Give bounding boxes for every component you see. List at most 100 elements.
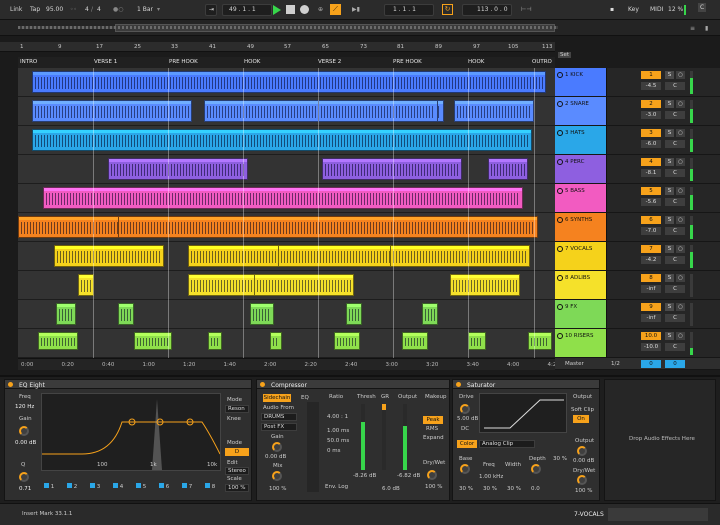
eq-eight-header[interactable]: EQ Eight [5, 380, 251, 389]
draw-mode-button[interactable]: ⟋ [330, 4, 341, 15]
solo-button[interactable]: S [665, 245, 674, 253]
arrangement-lane[interactable] [18, 242, 555, 271]
track-name-cell[interactable]: 2 SNARE [555, 97, 607, 125]
arm-button[interactable]: ○ [676, 158, 685, 166]
audio-clip[interactable] [250, 303, 274, 325]
pan-value[interactable]: C [665, 82, 685, 90]
capture-icon[interactable]: ▶▮ [352, 6, 360, 13]
locator-intro[interactable]: INTRO [20, 59, 37, 65]
ratio-value[interactable]: 4.00 : 1 [327, 414, 348, 420]
release-value[interactable]: 50.0 ms [327, 438, 349, 444]
track-header[interactable]: 4 PERC 4 S ○ -8.1 C [555, 155, 720, 184]
track-name-cell[interactable]: 4 PERC [555, 155, 607, 183]
eq-adapt-on[interactable]: D [225, 448, 249, 456]
device-on-icon[interactable] [8, 382, 13, 387]
sat-freq-value[interactable]: 1.00 kHz [479, 474, 503, 480]
track-number-button[interactable]: 6 [641, 216, 661, 224]
track-fold-icon[interactable] [557, 304, 563, 310]
track-fold-icon[interactable] [557, 275, 563, 281]
time-ruler[interactable]: 0:00 0:20 0:40 1:00 1:20 1:40 2:00 2:20 2:40 3:00… [18, 358, 560, 370]
audio-clip[interactable] [334, 332, 360, 350]
sat-drywet-knob[interactable] [577, 475, 587, 485]
audio-clip[interactable] [118, 303, 134, 325]
track-header[interactable]: 8 ADLIBS 8 S ○ -inf C [555, 271, 720, 300]
audio-clip[interactable] [254, 274, 354, 296]
arrangement-view[interactable] [18, 68, 555, 358]
solo-button[interactable]: S [665, 332, 674, 340]
c-button[interactable]: C [698, 3, 707, 12]
eq-freq-value[interactable]: 120 Hz [15, 404, 34, 410]
eq-scale-value[interactable]: 100 % [225, 484, 249, 492]
arm-button[interactable]: ○ [676, 303, 685, 311]
track-header[interactable]: 3 HATS 3 S ○ -6.0 C [555, 126, 720, 155]
audio-clip[interactable] [318, 100, 438, 122]
solo-button[interactable]: S [665, 216, 674, 224]
locator-pre-hook[interactable]: PRE HOOK [169, 59, 198, 65]
audio-clip[interactable] [528, 332, 552, 350]
dc-button[interactable]: DC [461, 426, 469, 432]
track-header[interactable]: 9 FX 9 S ○ -inf C [555, 300, 720, 329]
track-name-cell[interactable]: 6 SYNTHS [555, 213, 607, 241]
audio-clip[interactable] [488, 158, 528, 180]
threshold-meter[interactable] [361, 404, 365, 470]
saturator-header[interactable]: Saturator [453, 380, 599, 389]
track-number-button[interactable]: 1 [641, 71, 661, 79]
solo-button[interactable]: S [665, 158, 674, 166]
arm-button[interactable]: ○ [676, 100, 685, 108]
arm-button[interactable]: ○ [676, 187, 685, 195]
stop-button[interactable] [286, 5, 295, 14]
solo-button[interactable]: S [665, 187, 674, 195]
play-button[interactable] [273, 5, 281, 15]
track-header[interactable]: 5 BASS 5 S ○ -5.6 C [555, 184, 720, 213]
volume-value[interactable]: -10.0 [641, 343, 661, 351]
arm-button[interactable]: ○ [676, 129, 685, 137]
volume-value[interactable]: -4.2 [641, 256, 661, 264]
quantization-select[interactable]: 1 Bar [137, 6, 153, 13]
selected-track-name[interactable]: 7-VOCALS [574, 511, 604, 518]
comp-mix-knob[interactable] [272, 471, 282, 481]
audio-clip[interactable] [208, 332, 222, 350]
overdub-icon[interactable]: ⊕ [318, 6, 323, 13]
track-fold-icon[interactable] [557, 72, 563, 78]
locator-verse-2[interactable]: VERSE 2 [318, 59, 341, 65]
eq-gain-knob[interactable] [19, 426, 29, 436]
arm-button[interactable]: ○ [676, 216, 685, 224]
envelope-mode[interactable]: Env. Log [325, 484, 348, 490]
track-number-button[interactable]: 4 [641, 158, 661, 166]
volume-value[interactable]: -inf [641, 285, 661, 293]
set-locator-button[interactable]: Set [558, 52, 572, 58]
audio-clip[interactable] [402, 332, 428, 350]
solo-button[interactable]: S [665, 71, 674, 79]
soft-clip-toggle[interactable]: On [573, 415, 589, 423]
track-header[interactable]: 10 RISERS 10.0 S ○ -10.0 C [555, 329, 720, 358]
audio-clip[interactable] [422, 303, 438, 325]
volume-value[interactable]: -7.0 [641, 227, 661, 235]
locator-hook-2[interactable]: HOOK [468, 59, 484, 65]
pan-value[interactable]: C [665, 111, 685, 119]
key-map-button[interactable]: Key [628, 6, 639, 13]
arm-button[interactable]: ○ [676, 245, 685, 253]
volume-value[interactable]: -8.1 [641, 169, 661, 177]
depth-knob[interactable] [531, 464, 541, 474]
loop-length-field[interactable]: 113 . 0 . 0 [462, 4, 512, 16]
solo-button[interactable]: S [665, 100, 674, 108]
bar-ruler[interactable]: 1 9 17 25 33 41 49 57 65 73 81 89 97 105… [0, 42, 555, 52]
track-fold-icon[interactable] [557, 101, 563, 107]
band-6[interactable]: 6 [159, 483, 169, 490]
pan-value[interactable]: C [665, 256, 685, 264]
pan-value[interactable]: C [665, 285, 685, 293]
master-track-header[interactable]: Master 1/2 0 0 [555, 358, 720, 370]
arm-button[interactable]: ○ [676, 71, 685, 79]
band-2[interactable]: 2 [67, 483, 77, 490]
audio-clip[interactable] [270, 332, 282, 350]
loop-switch[interactable]: ↻ [442, 4, 453, 15]
sidechain-source-select[interactable]: DRUMS [261, 413, 297, 421]
audio-clip[interactable] [118, 216, 538, 238]
punch-icon[interactable]: ⊢⊣ [521, 6, 531, 13]
track-number-button[interactable]: 2 [641, 100, 661, 108]
track-name-cell[interactable]: 8 ADLIBS [555, 271, 607, 299]
master-volume[interactable]: 0 [641, 360, 661, 368]
device-on-icon[interactable] [260, 382, 265, 387]
arrangement-overview[interactable]: ≡ ▮ [0, 20, 720, 36]
volume-value[interactable]: -5.6 [641, 198, 661, 206]
